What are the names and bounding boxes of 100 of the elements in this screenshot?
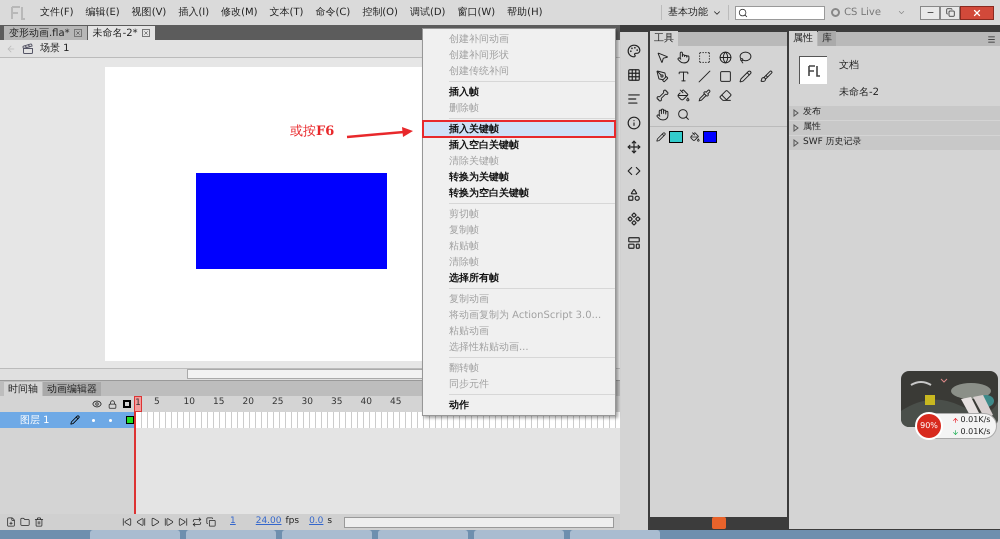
frame-number: 30 xyxy=(302,396,314,410)
frame-number: 15 xyxy=(213,396,226,410)
zoom-icon[interactable] xyxy=(676,108,690,121)
menu-item[interactable]: 转换为关键帧 xyxy=(423,169,615,185)
frame-number: 1 xyxy=(134,396,142,412)
first-frame-icon[interactable] xyxy=(122,517,132,527)
menu-item[interactable]: 视图(V) xyxy=(126,5,172,20)
panel-tab[interactable]: 工具 xyxy=(650,31,678,46)
frame-number: 10 xyxy=(184,396,196,410)
fill-color-swatch[interactable] xyxy=(703,131,717,143)
pencil-icon[interactable] xyxy=(739,70,752,83)
menu-item[interactable]: 调试(D) xyxy=(404,5,452,20)
pen-icon[interactable] xyxy=(656,70,669,83)
down-arrow-icon xyxy=(952,428,959,436)
eyedropper-icon[interactable] xyxy=(698,89,711,102)
input-method-icon[interactable] xyxy=(712,517,726,529)
bone-icon[interactable] xyxy=(656,89,669,102)
code-icon[interactable] xyxy=(627,164,641,178)
scene-label: 场景 1 xyxy=(40,42,70,56)
stroke-color-swatch[interactable] xyxy=(669,131,683,143)
search-icon[interactable] xyxy=(738,8,748,18)
menu-item[interactable]: 控制(O) xyxy=(356,5,404,20)
restore-button[interactable] xyxy=(940,6,960,20)
menu-item[interactable]: 窗口(W) xyxy=(451,5,502,20)
menu-item[interactable]: 编辑(E) xyxy=(80,5,126,20)
document-name: 未命名-2 xyxy=(839,86,879,100)
fps-unit: fps xyxy=(286,515,300,528)
panel-menu-icon[interactable] xyxy=(987,34,996,44)
components-icon[interactable] xyxy=(627,212,641,226)
minimize-button[interactable] xyxy=(920,6,940,20)
layer-name: 图层 1 xyxy=(20,414,50,428)
current-frame[interactable]: 1 xyxy=(230,515,236,529)
menu-item[interactable]: 选择所有帧 xyxy=(423,270,615,286)
panel-tab[interactable]: 库 xyxy=(818,31,836,46)
step-back-icon[interactable] xyxy=(136,517,146,527)
workspace-switcher[interactable]: 基本功能 xyxy=(661,5,730,20)
time-unit: s xyxy=(327,515,332,528)
eye-icon[interactable] xyxy=(92,399,102,409)
document-tab[interactable]: 未命名-2* xyxy=(88,26,155,40)
hand-icon[interactable] xyxy=(656,108,669,121)
menu-item[interactable]: 转换为空白关键帧 xyxy=(423,185,615,201)
frame-number: 5 xyxy=(154,396,161,410)
close-icon xyxy=(972,8,982,18)
section-header[interactable]: SWF 历史记录 xyxy=(789,136,1000,150)
close-icon[interactable] xyxy=(142,29,150,37)
frame-number: 25 xyxy=(272,396,284,410)
close-button[interactable] xyxy=(960,6,994,20)
step-forward-icon[interactable] xyxy=(164,517,174,527)
shapes-icon[interactable] xyxy=(627,188,641,202)
lasso-icon[interactable] xyxy=(739,51,752,64)
sphere-icon[interactable] xyxy=(718,51,732,64)
info-icon[interactable] xyxy=(627,116,641,130)
section-header[interactable]: 属性 xyxy=(789,121,1000,135)
stroke-icon xyxy=(656,132,666,142)
outline-icon[interactable] xyxy=(123,400,131,408)
swatches-icon[interactable] xyxy=(627,68,641,82)
outline-square-icon[interactable] xyxy=(126,416,134,424)
search-field[interactable] xyxy=(735,6,826,20)
loop-icon[interactable] xyxy=(192,517,202,527)
last-frame-icon[interactable] xyxy=(178,517,188,527)
document-tab[interactable]: 变形动画.fla* xyxy=(4,26,87,40)
play-icon[interactable] xyxy=(150,517,160,527)
onion-skin-icon[interactable] xyxy=(206,517,216,527)
clapperboard-icon xyxy=(22,42,34,54)
menu-item[interactable]: 文本(T) xyxy=(264,5,310,20)
restore-icon xyxy=(946,8,954,17)
menu-item[interactable]: 插入(I) xyxy=(172,5,216,20)
menu-item[interactable]: 插入关键帧 xyxy=(423,121,615,137)
text-icon[interactable] xyxy=(676,70,690,83)
lock-icon[interactable] xyxy=(108,400,117,408)
rectangle-icon[interactable] xyxy=(718,70,732,83)
new-layer-icon[interactable] xyxy=(6,517,16,527)
close-icon[interactable] xyxy=(74,29,82,37)
app-logo-icon xyxy=(10,6,26,20)
palette-icon[interactable] xyxy=(627,44,641,58)
pencil-icon xyxy=(70,415,80,425)
layout-icon[interactable] xyxy=(627,236,641,250)
folder-icon[interactable] xyxy=(20,517,30,527)
panel-tab[interactable]: 属性 xyxy=(789,31,817,46)
panel-tab[interactable]: 时间轴 xyxy=(4,382,42,396)
menu-item[interactable]: 动作 xyxy=(423,397,615,413)
frame-number: 45 xyxy=(390,396,402,410)
menu-item[interactable]: 命令(C) xyxy=(309,5,356,20)
panel-tab[interactable]: 动画编辑器 xyxy=(43,382,101,396)
menu-item[interactable]: 修改(M) xyxy=(215,5,264,20)
trash-icon[interactable] xyxy=(34,517,44,527)
arrow-icon[interactable] xyxy=(656,51,669,64)
annotation-arrow xyxy=(346,126,414,140)
section-header[interactable]: 发布 xyxy=(789,106,1000,120)
frame-number: 35 xyxy=(331,396,344,410)
menu-item[interactable]: 插入空白关键帧 xyxy=(423,137,615,153)
frame-number: 40 xyxy=(360,396,373,410)
menu-item[interactable]: 文件(F) xyxy=(34,5,80,20)
align-icon[interactable] xyxy=(627,92,641,106)
line-icon[interactable] xyxy=(698,70,711,83)
paint-bucket-icon[interactable] xyxy=(676,89,690,102)
eraser-icon[interactable] xyxy=(718,89,732,102)
menu-item[interactable]: 插入帧 xyxy=(423,84,615,100)
menu-item[interactable]: 帮助(H) xyxy=(501,5,548,20)
brush-icon[interactable] xyxy=(760,70,774,83)
